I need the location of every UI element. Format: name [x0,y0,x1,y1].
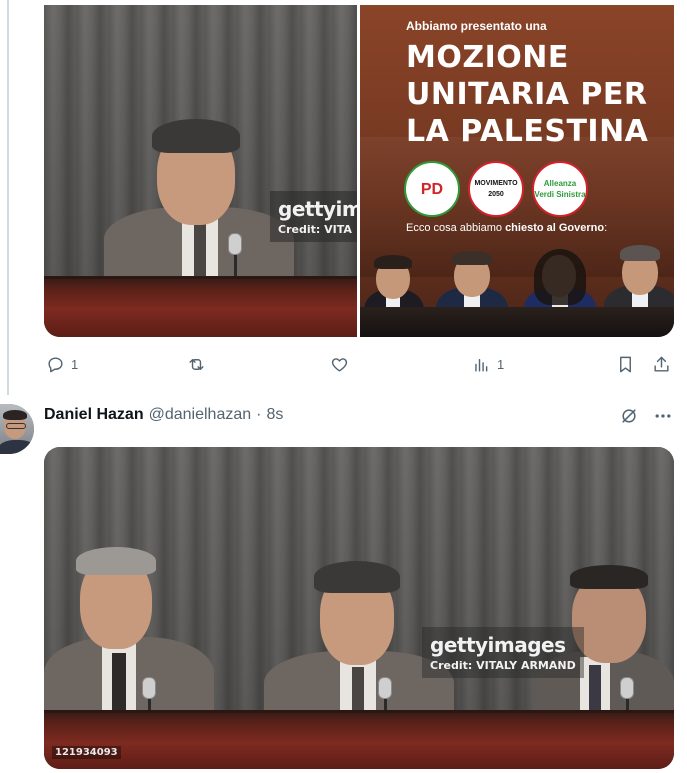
photo-id-label: 121934093 [52,746,121,759]
post-header-actions [619,406,673,426]
more-icon[interactable] [653,406,673,426]
reply-count: 1 [71,356,79,372]
microphone [620,677,634,699]
poster-title: MOZIONE UNITARIA PER LA PALESTINA [406,39,666,150]
post-actions-bar: 1 1 [44,350,674,378]
poster-intro: Abbiamo presentato una [406,19,547,33]
bookmark-button[interactable] [616,355,635,374]
reply-icon [48,356,63,372]
poster-title-line: LA PALESTINA [406,114,649,149]
party-logos: PD MOVIMENTO 2050 Alleanza Verdi Sinistr… [404,161,588,217]
motion-announcement-image[interactable]: Abbiamo presentato una MOZIONE UNITARIA … [360,5,674,337]
pd-logo: PD [404,161,460,217]
like-button[interactable] [330,355,355,374]
m5s-logo: MOVIMENTO 2050 [468,161,524,217]
post-timestamp[interactable]: 8s [266,406,283,424]
repost-icon [189,358,204,370]
views-count: 1 [497,356,505,372]
press-conference-photo[interactable]: gettyim Credit: VITA [44,5,357,337]
repost-button[interactable] [187,355,212,374]
author-handle[interactable]: @danielhazan [149,406,252,424]
post-header: Daniel Hazan @danielhazan · 8s [44,406,283,424]
conference-table [44,276,357,337]
conference-table [44,710,674,769]
poster-title-line: UNITARIA PER [406,77,648,112]
avatar[interactable] [0,404,34,454]
analytics-icon [475,358,488,372]
author-name[interactable]: Daniel Hazan [44,406,144,424]
reply-button[interactable]: 1 [46,355,78,374]
getty-watermark: gettyim Credit: VITA [270,191,357,242]
post-media-photo[interactable]: gettyimages Credit: VITALY ARMAND 121934… [44,447,674,769]
avs-logo: Alleanza Verdi Sinistra [532,161,588,217]
poster-caption: Ecco cosa abbiamo chiesto al Governo: [406,222,608,234]
share-button[interactable] [652,355,671,374]
microphone [142,677,156,699]
poster-text-block: Abbiamo presentato una MOZIONE UNITARIA … [406,19,666,150]
poster-title-line: MOZIONE [406,40,569,75]
watermark-logo: gettyim [278,197,357,221]
heart-icon [331,357,348,372]
watermark-credit: Credit: VITALY ARMAND [430,659,576,672]
bookmark-icon [620,356,631,372]
speaker-figure [104,115,294,287]
microphone [378,677,392,699]
watermark-logo: gettyimages [430,633,566,657]
official-figure-left [44,547,214,727]
poster-table [360,307,674,337]
separator-dot: · [256,406,262,423]
views-button[interactable]: 1 [472,355,504,374]
post-media-grid: gettyim Credit: VITA Abbiamo presentato … [44,5,674,337]
getty-watermark: gettyimages Credit: VITALY ARMAND [422,627,584,678]
grok-icon[interactable] [619,406,639,426]
share-icon [654,356,669,372]
thread-connector-line [7,0,9,395]
watermark-credit: Credit: VITA [278,223,352,236]
microphone [228,233,242,255]
